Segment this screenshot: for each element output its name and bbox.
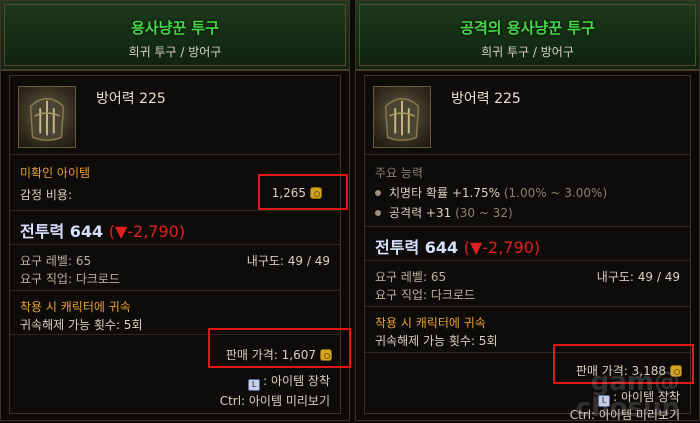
stat-main: 치명타 확률 +1.75% (389, 186, 501, 200)
tooltip-header: 공격의 용사냥꾼 투구 희귀 투구 / 방어구 (356, 1, 699, 71)
bind-notice: 착용 시 캐릭터에 귀속 (20, 300, 131, 314)
tooltip-body: 방어력 225 주요 능력 치명타 확률 +1.75% (1.00% ~ 3.0… (364, 75, 694, 422)
tooltip-body: 방어력 225 미확인 아이템 감정 비용: 1,265 전투력 644 (▼-… (9, 75, 351, 414)
unbind-count: 귀속해제 가능 횟수: 5회 (375, 334, 498, 348)
equip-hint: L: 아이템 장착 (248, 372, 330, 391)
durability: 내구도: 49 / 49 (596, 270, 680, 284)
bullet-icon (375, 190, 381, 196)
equip-hint-text: : 아이템 장착 (263, 374, 330, 388)
appraise-cost-label: 감정 비용: (20, 188, 73, 202)
combat-power-delta: (▼-2,790) (108, 222, 186, 241)
bullet-icon (375, 210, 381, 216)
combat-power-label: 전투력 644 (375, 238, 459, 257)
item-tooltip-left: 용사냥꾼 투구 희귀 투구 / 방어구 방어력 225 미확인 아이템 감정 비… (0, 0, 351, 421)
watermark-line: gam@ (590, 367, 680, 397)
required-class: 요구 직업: 다크로드 (375, 288, 475, 302)
preview-hint: Ctrl: 아이템 미리보기 (219, 394, 330, 408)
divider (10, 154, 340, 155)
divider (10, 290, 340, 291)
stat-attack: 공격력 +31 (30 ~ 32) (375, 204, 513, 221)
unidentified-label: 미확인 아이템 (20, 166, 91, 180)
item-subtitle: 희귀 투구 / 방어구 (128, 45, 222, 59)
divider (10, 244, 340, 245)
divider (365, 226, 690, 227)
item-tooltip-right: 공격의 용사냥꾼 투구 희귀 투구 / 방어구 방어력 225 주요 능력 치명… (355, 0, 700, 422)
stat-range: (30 ~ 32) (455, 206, 513, 220)
combat-power: 전투력 644 (▼-2,790) (375, 234, 540, 258)
helmet-icon (373, 86, 431, 148)
bind-notice: 착용 시 캐릭터에 귀속 (375, 316, 486, 330)
watermark: gam@ chosun (576, 369, 680, 421)
combat-power: 전투력 644 (▼-2,790) (20, 218, 185, 242)
tooltip-header: 용사냥꾼 투구 희귀 투구 / 방어구 (1, 1, 349, 71)
durability: 내구도: 49 / 49 (246, 254, 330, 268)
required-level: 요구 레벨: 65 (375, 270, 447, 284)
helmet-icon (18, 86, 76, 148)
divider (10, 210, 340, 211)
required-level: 요구 레벨: 65 (20, 254, 92, 268)
watermark-line: chosun (575, 393, 680, 423)
item-subtitle: 희귀 투구 / 방어구 (481, 45, 574, 59)
stat-range: (1.00% ~ 3.00%) (503, 186, 608, 200)
highlight-box (208, 328, 351, 368)
main-abilities-label: 주요 능력 (375, 166, 423, 180)
divider (365, 306, 690, 307)
divider (365, 260, 690, 261)
required-class: 요구 직업: 다크로드 (20, 272, 120, 286)
armor-value: 방어력 225 (451, 91, 521, 107)
item-title: 공격의 용사냥꾼 투구 (460, 19, 595, 37)
combat-power-delta: (▼-2,790) (463, 238, 541, 257)
divider (365, 154, 690, 155)
unbind-count: 귀속해제 가능 횟수: 5회 (20, 318, 143, 332)
armor-value: 방어력 225 (96, 91, 166, 107)
combat-power-label: 전투력 644 (20, 222, 104, 241)
item-title: 용사냥꾼 투구 (130, 19, 220, 37)
mouse-icon: L (248, 379, 261, 391)
stat-main: 공격력 +31 (389, 206, 452, 220)
stat-crit-chance: 치명타 확률 +1.75% (1.00% ~ 3.00%) (375, 184, 607, 201)
highlight-box (258, 174, 348, 210)
